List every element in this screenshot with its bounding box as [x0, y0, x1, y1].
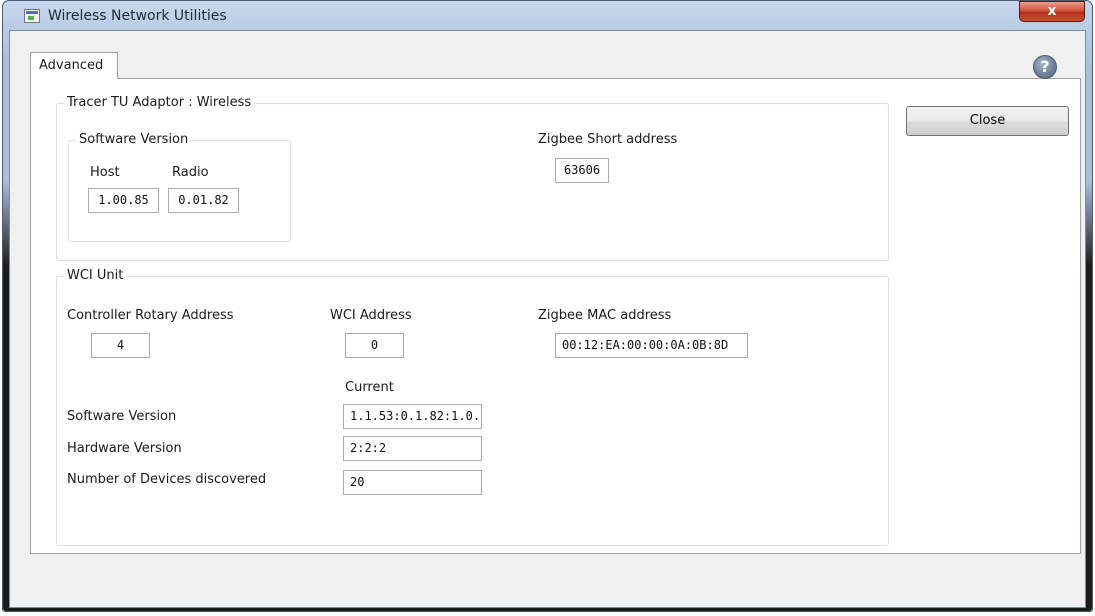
software-version-label: Software Version: [67, 409, 177, 424]
host-version-field[interactable]: 1.00.85: [88, 188, 159, 213]
close-button[interactable]: Close: [906, 106, 1069, 136]
host-label: Host: [90, 165, 120, 180]
bottom-panel: [10, 554, 1085, 607]
hardware-version-field[interactable]: 2:2:2: [343, 436, 482, 461]
window-close-icon[interactable]: x: [1019, 1, 1085, 22]
tracer-adaptor-group-title: Tracer TU Adaptor : Wireless: [64, 95, 255, 111]
help-icon[interactable]: ?: [1033, 55, 1057, 79]
wci-address-label: WCI Address: [330, 308, 412, 323]
wci-unit-group-title: WCI Unit: [64, 268, 127, 284]
window-title: Wireless Network Utilities: [48, 8, 227, 24]
hardware-version-label: Hardware Version: [67, 441, 182, 456]
tab-page-top-border: [117, 78, 1081, 79]
current-column-header: Current: [345, 380, 394, 395]
app-icon: [24, 9, 40, 23]
wci-address-field[interactable]: 0: [345, 333, 404, 358]
tab-advanced[interactable]: Advanced: [30, 52, 118, 79]
software-version-group-title: Software Version: [76, 132, 192, 148]
zigbee-mac-address-label: Zigbee MAC address: [538, 308, 672, 323]
zigbee-short-address-field[interactable]: 63606: [555, 158, 609, 183]
zigbee-short-address-label: Zigbee Short address: [538, 132, 678, 147]
controller-rotary-address-field[interactable]: 4: [91, 333, 150, 358]
devices-discovered-label: Number of Devices discovered: [67, 472, 267, 487]
radio-label: Radio: [172, 165, 209, 180]
zigbee-mac-address-field[interactable]: 00:12:EA:00:00:0A:0B:8D: [555, 333, 748, 358]
controller-rotary-address-label: Controller Rotary Address: [67, 308, 234, 323]
radio-version-field[interactable]: 0.01.82: [168, 188, 239, 213]
software-version-field[interactable]: 1.1.53:0.1.82:1.0.1: [343, 404, 482, 429]
devices-discovered-field[interactable]: 20: [343, 470, 482, 495]
